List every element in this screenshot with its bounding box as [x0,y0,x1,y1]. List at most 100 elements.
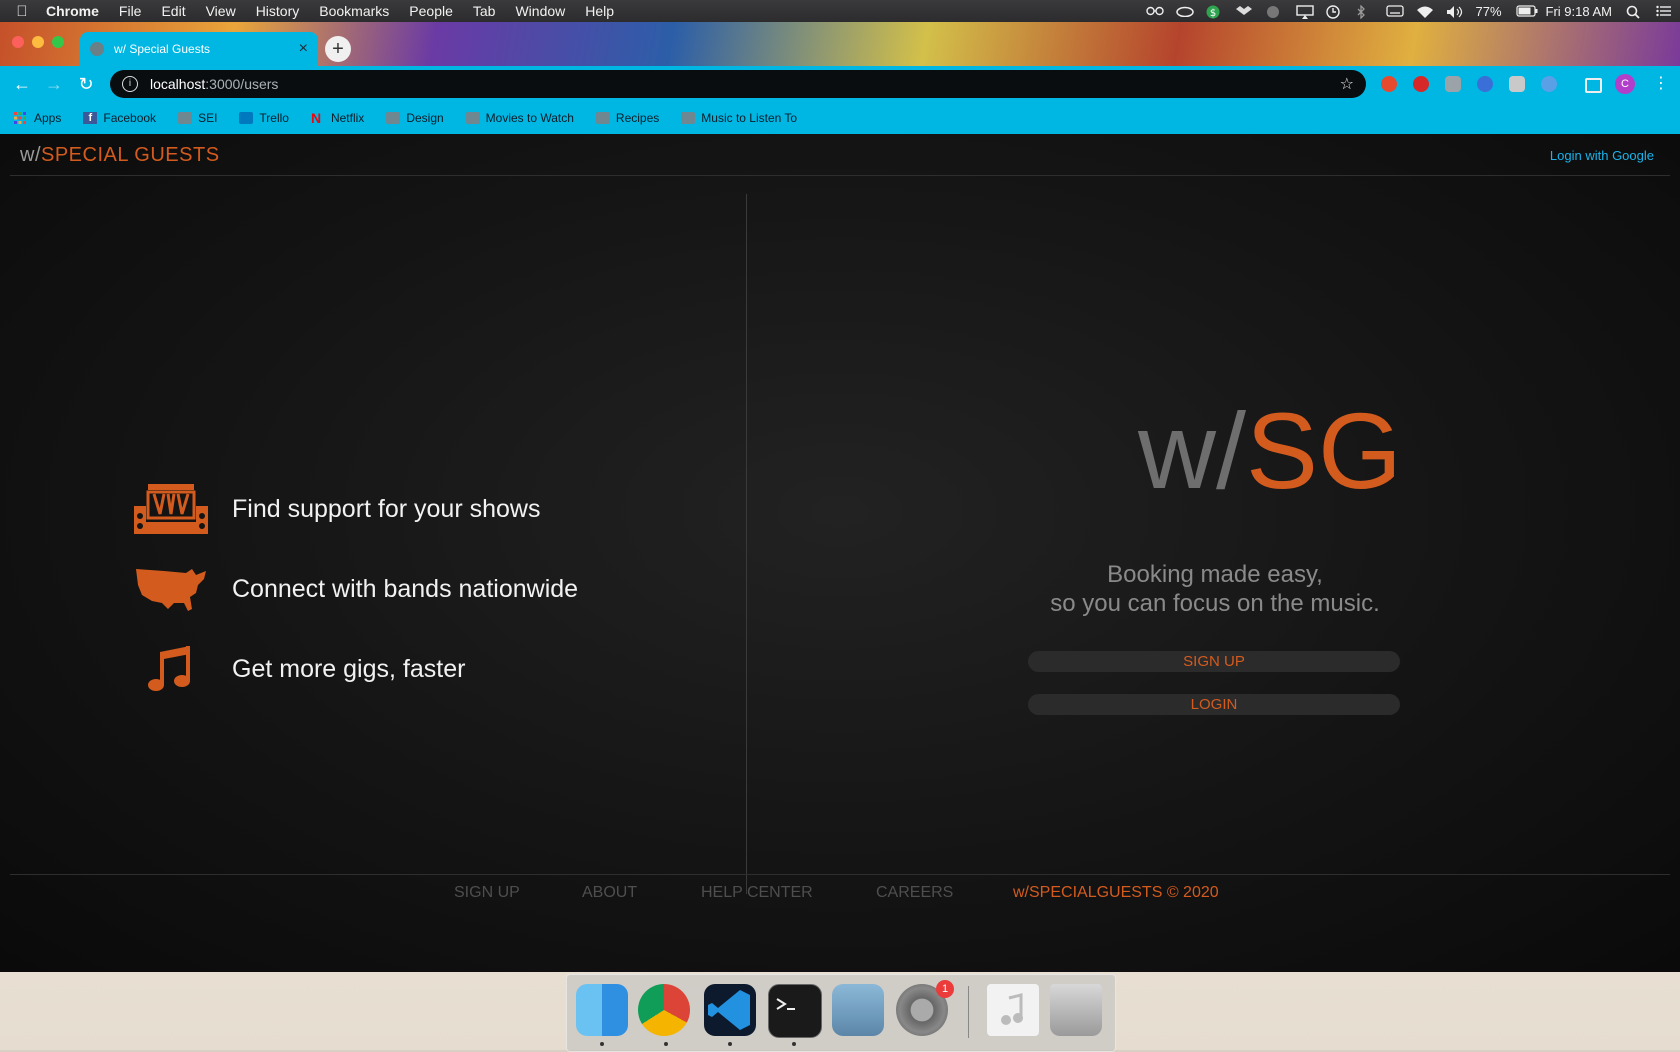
trash-icon[interactable] [1050,984,1102,1036]
running-indicator [600,1042,604,1046]
bookmark-facebook[interactable]: f Facebook [83,111,156,125]
footer-sign-up-link[interactable]: SIGN UP [454,884,520,902]
battery-icon[interactable] [1515,5,1538,17]
bookmark-label: Apps [34,111,62,125]
web-page: w/SPECIAL GUESTS Login with Google Find … [0,134,1680,972]
folder-icon [595,112,610,124]
extension-shield-icon[interactable] [1477,76,1493,92]
cast-icon[interactable] [1585,78,1602,93]
airplay-icon[interactable] [1295,5,1314,19]
menu-view[interactable]: View [196,3,246,19]
bookmark-folder-recipes[interactable]: Recipes [595,111,660,125]
menu-edit[interactable]: Edit [151,3,195,19]
bookmark-folder-sei[interactable]: SEI [178,111,217,125]
bookmark-label: Facebook [103,111,157,125]
feature-gigs: Get more gigs, faster [134,642,465,696]
footer-copyright: w/SPECIALGUESTS © 2020 [1013,884,1219,901]
close-window-button[interactable] [12,36,24,48]
zoom-window-button[interactable] [52,36,64,48]
login-with-google-link[interactable]: Login with Google [1550,148,1654,163]
bookmark-trello[interactable]: Trello [239,111,289,125]
creative-cloud-icon[interactable] [1175,5,1194,18]
finder-icon[interactable] [576,984,628,1036]
running-indicator [792,1042,796,1046]
menu-app-name[interactable]: Chrome [36,3,109,19]
bookmark-folder-movies[interactable]: Movies to Watch [465,111,574,125]
chrome-icon[interactable] [638,984,690,1036]
tagline-line-2: so you can focus on the music. [1050,590,1380,617]
volume-icon[interactable] [1446,5,1462,18]
spotlight-search-icon[interactable] [1626,5,1642,19]
bookmark-label: Recipes [615,111,660,125]
reload-icon[interactable]: ↻ [70,74,102,95]
new-tab-button[interactable]: + [325,36,351,62]
chrome-menu-icon[interactable]: ⋮ [1653,75,1669,93]
site-info-icon[interactable]: i [122,76,138,92]
apps-grid-icon [14,112,28,124]
back-arrow-icon[interactable]: ← [6,74,38,95]
menu-help[interactable]: Help [575,3,624,19]
footer-help-center-link[interactable]: HELP CENTER [701,884,813,902]
keyboard-icon[interactable] [1385,5,1404,17]
wifi-icon[interactable] [1416,5,1433,18]
folder-icon [465,112,480,124]
folder-icon [386,112,401,124]
logo-prefix: w/ [20,144,41,166]
bookmark-folder-design[interactable]: Design [386,111,444,125]
vscode-icon[interactable] [704,984,756,1036]
profile-avatar[interactable]: C [1615,74,1635,94]
extension-hourglass-icon[interactable] [1445,76,1461,92]
menu-people[interactable]: People [399,3,463,19]
notification-center-icon[interactable] [1656,5,1672,17]
extension-stumbleupon-icon[interactable] [1381,76,1397,92]
bluetooth-icon[interactable] [1356,4,1372,20]
footer-about-link[interactable]: ABOUT [582,884,637,902]
url-path: :3000/users [205,76,279,92]
extension-adblock-icon[interactable] [1413,76,1429,92]
login-button[interactable]: LOGIN [1028,694,1400,715]
folder-icon [178,112,193,124]
menu-tab[interactable]: Tab [463,3,506,19]
terminal-icon[interactable] [768,984,822,1038]
brand-mark: w/SG [1060,396,1480,506]
menu-clock[interactable]: Fri 9:18 AM [1546,4,1612,19]
glasses-icon[interactable] [1145,5,1164,17]
running-indicator [728,1042,732,1046]
bookmark-netflix[interactable]: N Netflix [311,111,364,125]
feature-text: Connect with bands nationwide [232,574,579,603]
menu-window[interactable]: Window [505,3,575,19]
dropbox-icon[interactable] [1235,5,1252,17]
extension-translate-icon[interactable] [1509,76,1525,92]
menu-bookmarks[interactable]: Bookmarks [309,3,399,19]
footer-careers-link[interactable]: CAREERS [876,884,953,902]
itunes-icon[interactable] [987,984,1039,1036]
forward-arrow-icon[interactable]: → [38,74,70,95]
time-machine-icon[interactable] [1325,5,1342,19]
logo-name: SPECIAL GUESTS [41,144,220,166]
bookmark-apps[interactable]: Apps [14,111,61,125]
status-circle-icon[interactable] [1266,5,1282,18]
extension-sync-icon[interactable] [1541,76,1557,92]
address-bar[interactable]: i localhost :3000/users ☆ [110,70,1366,98]
minimize-window-button[interactable] [32,36,44,48]
feature-shows: Find support for your shows [134,482,540,536]
site-header: w/SPECIAL GUESTS Login with Google [10,134,1670,176]
bookmark-star-icon[interactable]: ☆ [1340,74,1354,94]
tab-title: w/ Special Guests [114,42,211,56]
tab-active[interactable]: w/ Special Guests × [80,32,318,66]
tagline-line-1: Booking made easy, [1107,561,1323,588]
facebook-icon: f [83,112,98,124]
bookmark-label: Design [406,111,444,125]
sign-up-button[interactable]: SIGN UP [1028,651,1400,672]
apple-menu-icon[interactable]:  [8,3,36,20]
site-logo[interactable]: w/SPECIAL GUESTS [20,144,220,167]
menu-history[interactable]: History [246,3,310,19]
tab-close-icon[interactable]: × [299,41,308,57]
bookmark-folder-music[interactable]: Music to Listen To [681,111,797,125]
running-indicator [664,1042,668,1046]
brand-prefix: w/ [1137,390,1246,511]
preview-icon[interactable] [832,984,884,1036]
battery-percent: 77% [1475,3,1502,19]
menu-file[interactable]: File [109,3,152,19]
dollar-icon[interactable]: $ [1206,5,1222,19]
